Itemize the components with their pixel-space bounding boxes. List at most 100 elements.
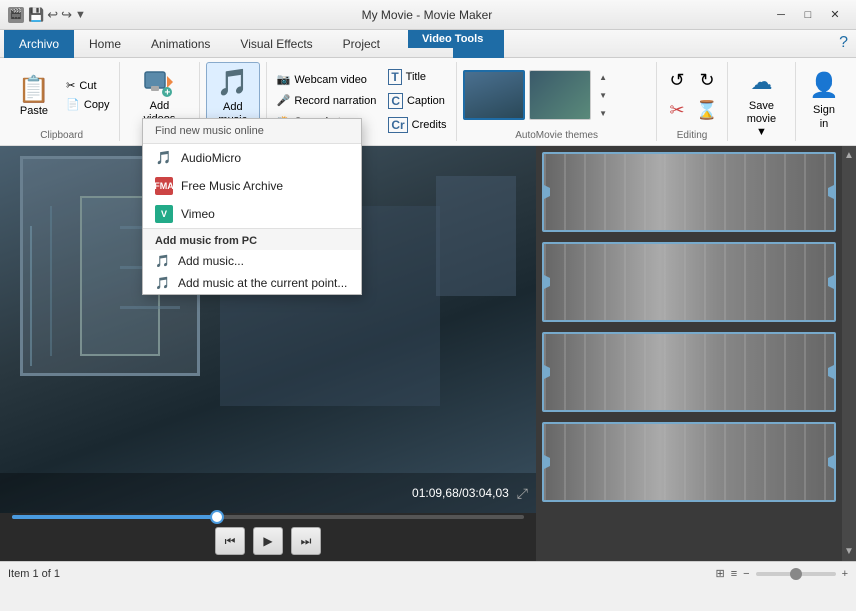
free-music-archive-item[interactable]: FMA Free Music Archive (143, 172, 361, 200)
add-music-at-point-label: Add music at the current point... (178, 276, 347, 290)
caption-icon: C (388, 93, 403, 109)
themes-scroll-up[interactable]: ▲ (595, 69, 611, 85)
paste-button[interactable]: 📋 Paste (10, 70, 58, 121)
tab-project[interactable]: Project (328, 30, 395, 58)
caption-button[interactable]: C Caption (384, 91, 450, 111)
sign-in-button[interactable]: 👤 Signin (802, 66, 846, 134)
themes-content: ▲ ▼ ▼ (463, 62, 650, 128)
storyboard-scroll-down[interactable]: ▼ (842, 544, 856, 559)
small-tools-right: T Title C Caption Cr Credits (384, 67, 450, 135)
storyboard-scroll-up[interactable]: ▲ (842, 148, 856, 163)
title-button[interactable]: T Title (384, 67, 450, 87)
paste-label: Paste (20, 105, 48, 117)
window-title: My Movie - Movie Maker (86, 8, 768, 22)
minimize-button[interactable]: ─ (768, 5, 794, 25)
theme-video-1 (465, 72, 523, 118)
editing-content: ↺ ↻ ✂ ⌛ (663, 62, 721, 128)
title-label: Title (406, 71, 426, 83)
view-type-icon-1[interactable]: ⊞ (715, 567, 724, 580)
video-overlay: 01:09,68/03:04,03 ⤢ (0, 473, 536, 513)
themes-scroll-controls: ▲ ▼ ▼ (595, 69, 611, 121)
save-movie-button[interactable]: ☁ Savemovie ▼ (734, 62, 789, 144)
rotate-right-button[interactable]: ↻ (693, 66, 721, 94)
audiomicro-item[interactable]: 🎵 AudioMicro (143, 144, 361, 172)
video-tools-tab[interactable]: Video Tools (408, 30, 497, 48)
tab-home[interactable]: Home (74, 30, 136, 58)
maximize-button[interactable]: □ (795, 5, 821, 25)
theme-preview-2[interactable] (529, 70, 591, 120)
prev-frame-button[interactable]: ⏮ (215, 527, 245, 555)
ribbon-content: 📋 Paste ✂ Cut 📄 Copy Clipboard + (0, 58, 856, 146)
credits-button[interactable]: Cr Credits (384, 115, 450, 135)
copy-button[interactable]: 📄 Copy (62, 96, 113, 113)
title-bar-left: 🎬 💾 ↩ ↪ ▼ (8, 7, 86, 23)
video-timestamp: 01:09,68/03:04,03 (412, 486, 509, 500)
svg-text:+: + (165, 88, 171, 99)
tab-archivo[interactable]: Archivo (4, 30, 74, 58)
zoom-in-button[interactable]: + (842, 568, 848, 580)
rotate-left-button[interactable]: ↺ (663, 66, 691, 94)
story-strip-2-inner (544, 244, 834, 320)
video-line-1 (30, 226, 32, 366)
webcam-icon: 📷 (277, 73, 291, 86)
webcam-button[interactable]: 📷 Webcam video (273, 71, 381, 88)
video-line-2 (50, 206, 52, 356)
zoom-bar[interactable] (756, 572, 836, 576)
tab-visual-effects[interactable]: Visual Effects (225, 30, 327, 58)
close-button[interactable]: ✕ (822, 5, 848, 25)
webcam-label: Webcam video (294, 74, 367, 86)
undo-icon[interactable]: ↩ (47, 7, 58, 23)
add-music-at-point-item[interactable]: 🎵 Add music at the current point... (143, 272, 361, 294)
add-music-at-point-icon: 🎵 (155, 276, 170, 290)
story-strip-3-inner (544, 334, 834, 410)
timeline-thumb[interactable] (210, 510, 224, 524)
add-music-dropdown: Find new music online 🎵 AudioMicro FMA F… (142, 118, 362, 295)
share-content: ☁ Savemovie ▼ (734, 62, 789, 144)
split-button[interactable]: ⌛ (693, 96, 721, 124)
title-icon: T (388, 69, 401, 85)
trim-button[interactable]: ✂ (663, 96, 691, 124)
cut-button[interactable]: ✂ Cut (62, 77, 113, 94)
story-strip-2[interactable] (542, 242, 836, 322)
main-area: 01:09,68/03:04,03 ⤢ ⏮ ▶ ⏭ ▲ ▼ (0, 146, 856, 561)
zoom-out-button[interactable]: − (743, 568, 749, 580)
fma-label: Free Music Archive (181, 179, 283, 193)
record-narration-button[interactable]: 🎤 Record narration (273, 92, 381, 109)
view-type-icon-2[interactable]: ≡ (731, 568, 737, 580)
quick-access-toolbar: 💾 ↩ ↪ ▼ (28, 7, 86, 23)
story-strip-4[interactable] (542, 422, 836, 502)
help-icon[interactable]: ? (839, 34, 848, 52)
app-icon: 🎬 (8, 7, 24, 23)
caption-label: Caption (407, 95, 445, 107)
signin-content: 👤 Signin (802, 62, 846, 139)
clipboard-label: Clipboard (40, 128, 83, 141)
story-strip-1[interactable] (542, 152, 836, 232)
status-bar: Item 1 of 1 ⊞ ≡ − + (0, 561, 856, 585)
next-frame-button[interactable]: ⏭ (291, 527, 321, 555)
add-music-item[interactable]: 🎵 Add music... (143, 250, 361, 272)
signin-group: 👤 Signin (796, 62, 852, 141)
themes-scroll-down[interactable]: ▼ (595, 105, 611, 121)
zoom-thumb[interactable] (790, 568, 802, 580)
paste-icon: 📋 (18, 74, 50, 105)
video-expand-button[interactable]: ⤢ (517, 485, 528, 502)
clipboard-group: 📋 Paste ✂ Cut 📄 Copy Clipboard (4, 62, 120, 141)
credits-icon: Cr (388, 117, 407, 133)
audiomicro-icon: 🎵 (155, 149, 173, 167)
play-pause-button[interactable]: ▶ (253, 527, 283, 555)
timeline-track[interactable] (12, 515, 524, 519)
story-strip-3[interactable] (542, 332, 836, 412)
item-info: Item 1 of 1 (8, 568, 60, 580)
save-icon[interactable]: 💾 (28, 7, 44, 23)
tab-animations[interactable]: Animations (136, 30, 225, 58)
cut-icon: ✂ (66, 79, 75, 92)
themes-scroll-expand[interactable]: ▼ (595, 87, 611, 103)
story-strip-4-inner (544, 424, 834, 500)
editing-label: Editing (677, 128, 708, 141)
redo-icon[interactable]: ↪ (61, 7, 72, 23)
theme-preview-1[interactable] (463, 70, 525, 120)
find-music-online-header: Find new music online (143, 119, 361, 144)
automovie-themes-group: ▲ ▼ ▼ AutoMovie themes (457, 62, 657, 141)
vimeo-item[interactable]: V Vimeo (143, 200, 361, 228)
sign-in-label: Signin (813, 104, 835, 130)
